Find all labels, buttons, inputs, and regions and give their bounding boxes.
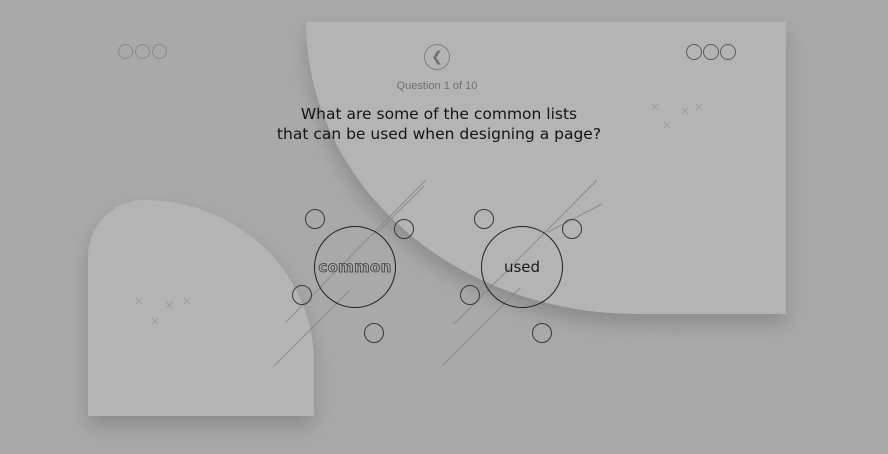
orbit-circle — [474, 209, 494, 229]
back-button[interactable]: ❮ — [424, 44, 450, 70]
orbit-circle — [394, 219, 414, 239]
decorative-lines — [135, 103, 703, 367]
answer-bubble-common[interactable]: common — [314, 226, 396, 308]
answer-label: common — [318, 258, 392, 277]
question-line-2: that can be used when designing a page? — [276, 125, 602, 143]
orbit-circle — [292, 285, 312, 305]
orbit-circle — [460, 285, 480, 305]
orbit-circle — [532, 323, 552, 343]
orbit-circle — [562, 219, 582, 239]
answer-label: used — [503, 258, 541, 276]
question-text: What are some of the common lists that c… — [0, 104, 878, 144]
quiz-screen: ❮ Question 1 of 10 What are some of the … — [0, 0, 888, 454]
question-counter: Question 1 of 10 — [396, 80, 478, 92]
chevron-left-icon: ❮ — [431, 49, 443, 65]
orbit-circle — [305, 209, 325, 229]
answer-bubble-used[interactable]: used — [481, 226, 563, 308]
orbit-circle — [364, 323, 384, 343]
question-line-1: What are some of the common lists — [300, 105, 578, 123]
